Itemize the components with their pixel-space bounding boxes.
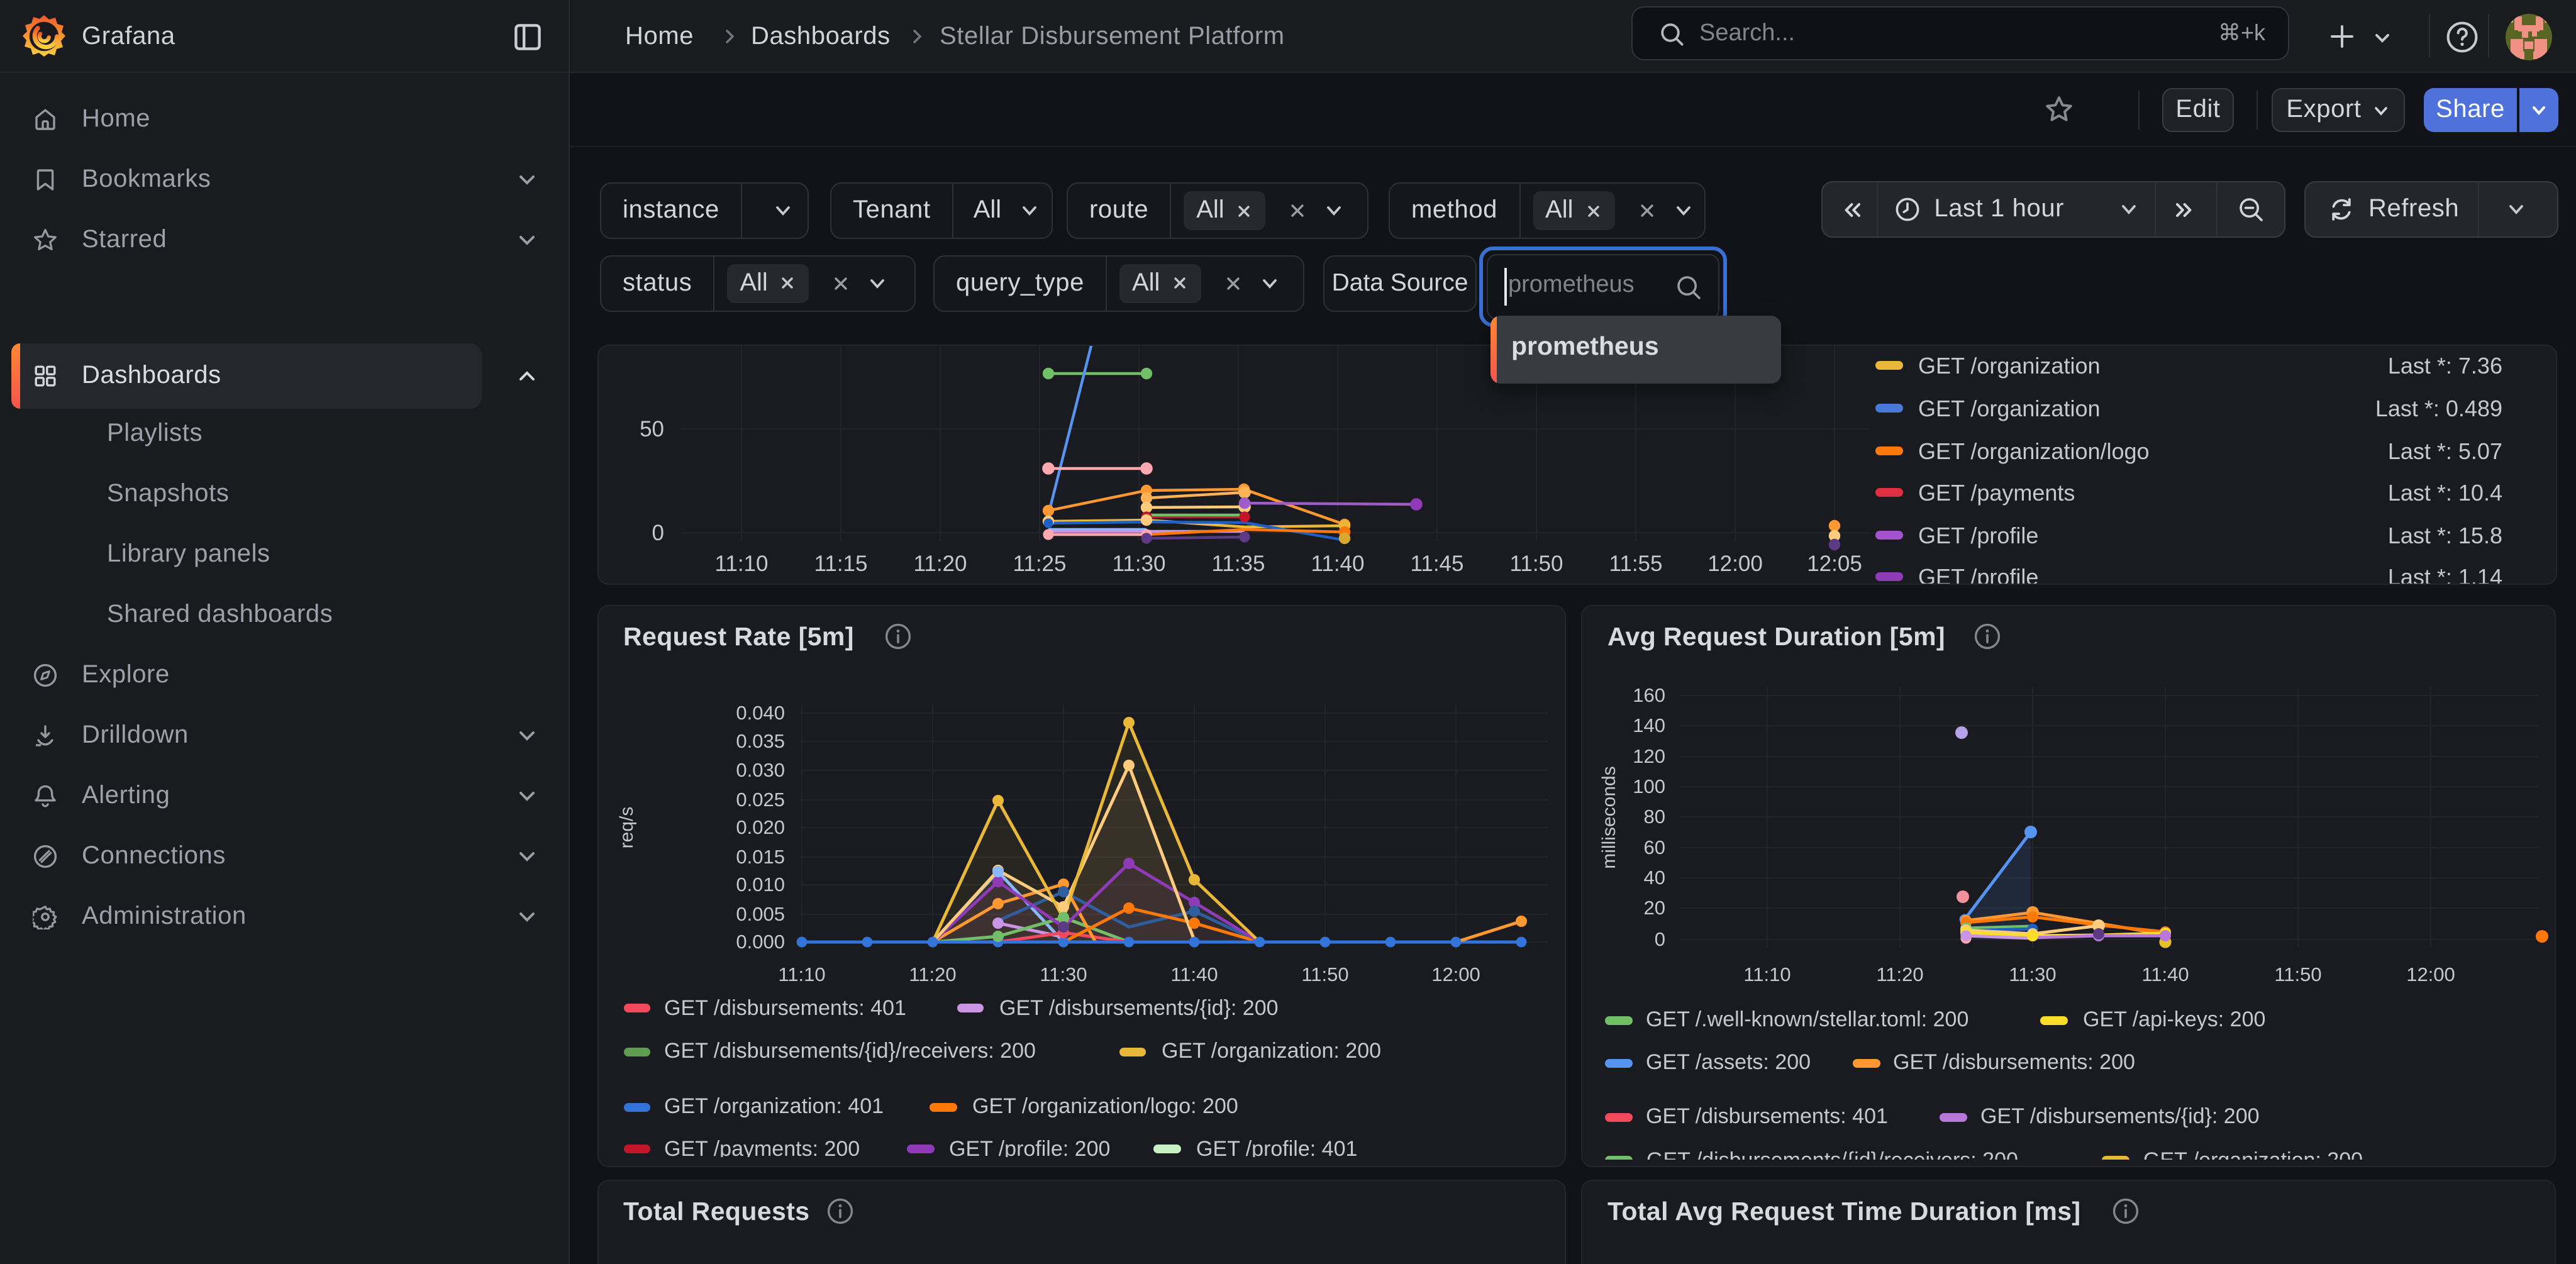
svg-text:12:05: 12:05 [1806,552,1862,576]
svg-text:11:15: 11:15 [814,552,867,576]
svg-text:11:45: 11:45 [1410,552,1463,576]
svg-text:11:10: 11:10 [714,552,768,576]
svg-text:11:20: 11:20 [913,552,967,576]
svg-text:11:40: 11:40 [1311,552,1364,576]
svg-text:11:25: 11:25 [1013,552,1066,576]
svg-text:50: 50 [639,417,663,441]
svg-text:11:55: 11:55 [1609,552,1662,576]
svg-text:12:00: 12:00 [1707,552,1762,576]
svg-text:0: 0 [652,521,663,545]
svg-text:11:30: 11:30 [1112,552,1165,576]
svg-text:11:50: 11:50 [1509,552,1563,576]
svg-text:11:35: 11:35 [1211,552,1265,576]
